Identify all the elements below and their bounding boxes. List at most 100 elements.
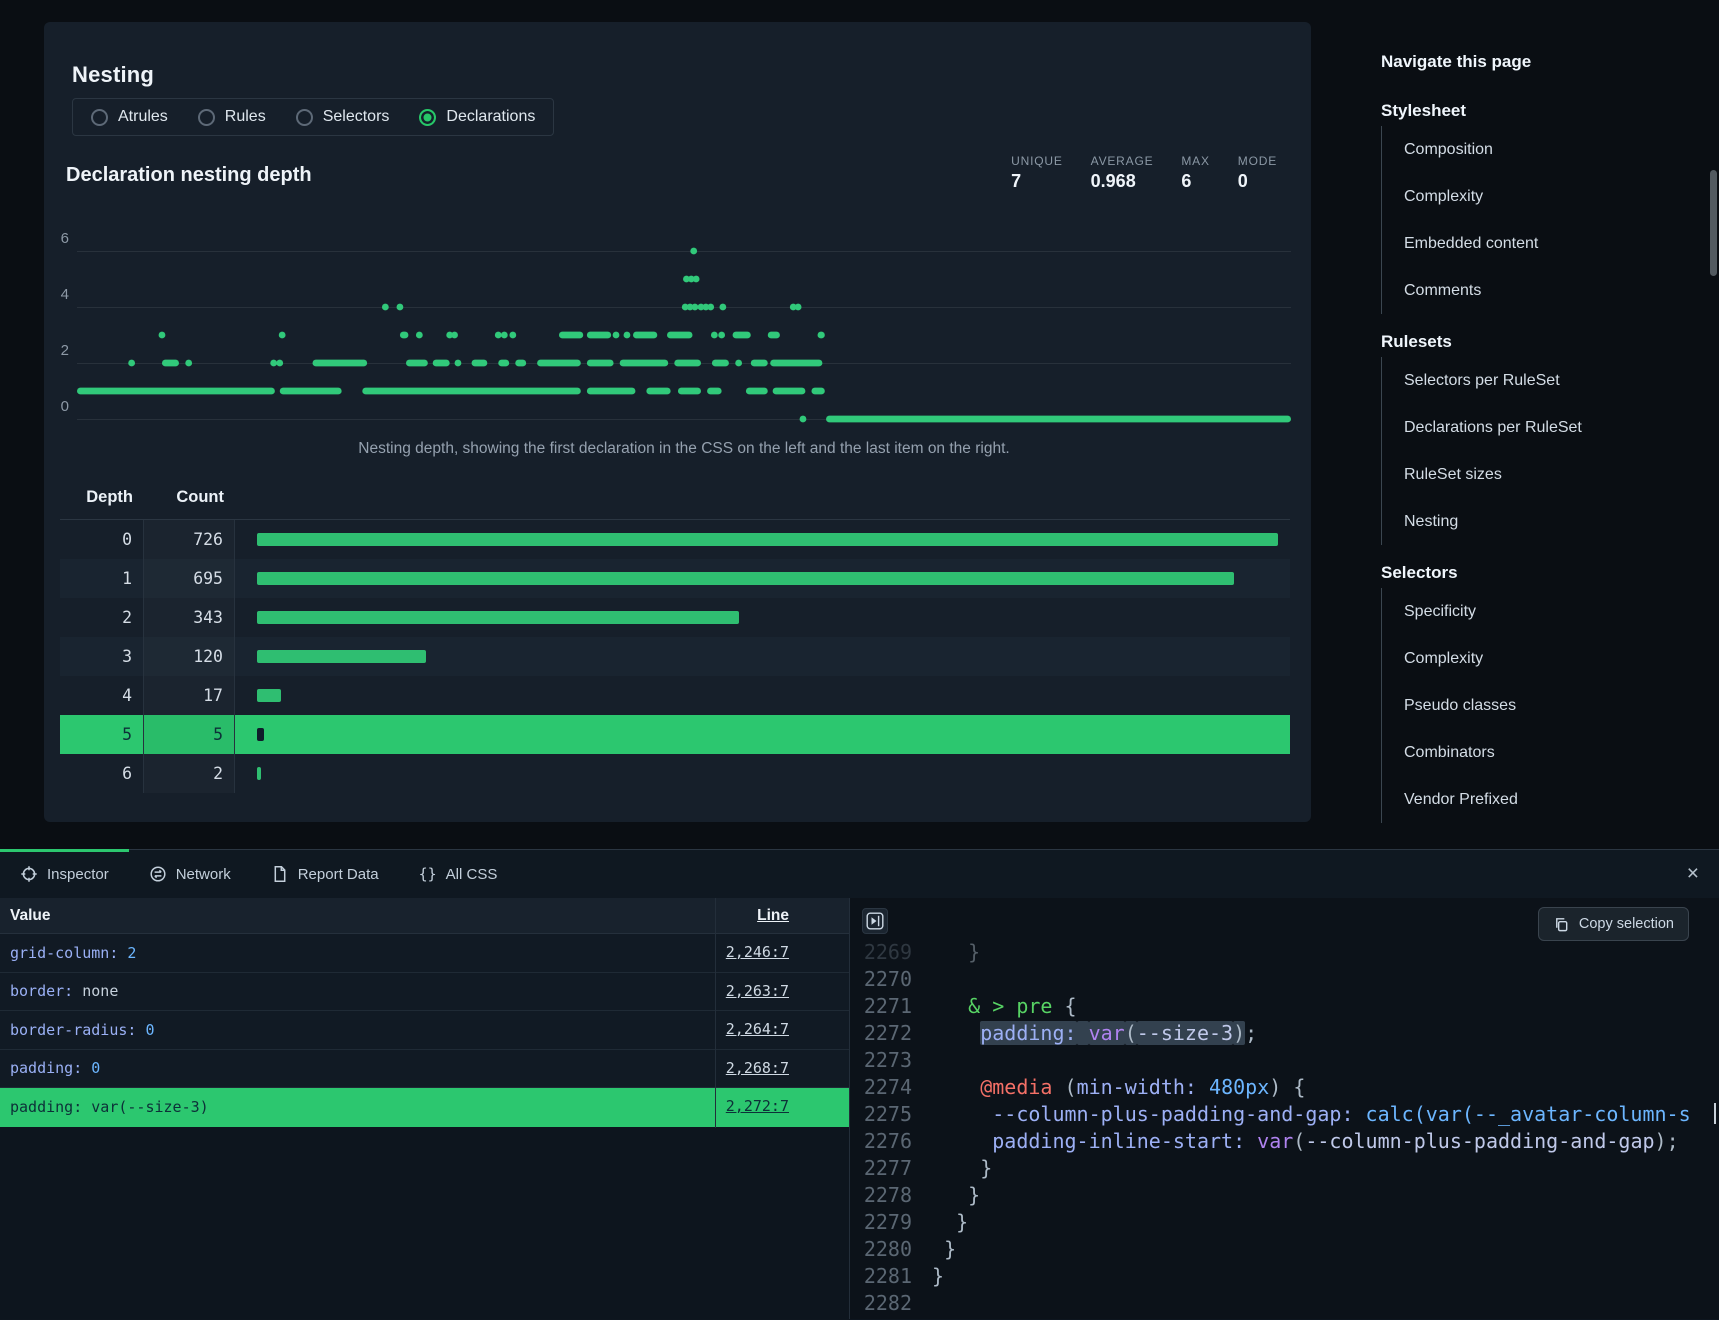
tab-label: All CSS: [446, 866, 498, 883]
depth-table-row[interactable]: 62: [60, 754, 1290, 793]
close-panel-button[interactable]: ×: [1687, 850, 1699, 898]
depth-table-row[interactable]: 1695: [60, 559, 1290, 598]
nav-item-declarations-per-ruleset[interactable]: Declarations per RuleSet: [1382, 404, 1691, 451]
code-token: [920, 994, 968, 1018]
scatter-dot-depth-3: [159, 332, 166, 339]
value-table-row[interactable]: border: none2,263:7: [0, 973, 849, 1012]
line-link[interactable]: 2,264:7: [726, 1020, 789, 1038]
radio-option-rules[interactable]: Rules: [198, 108, 266, 126]
nav-item-nesting[interactable]: Nesting: [1382, 498, 1691, 545]
count-cell: 2: [144, 754, 235, 793]
depth-cell: 2: [60, 598, 144, 637]
scatter-run-depth-2: [712, 360, 729, 367]
tab-all-css[interactable]: {}All CSS: [399, 850, 518, 898]
nav-item-embedded-content[interactable]: Embedded content: [1382, 220, 1691, 267]
nav-item-composition[interactable]: Composition: [1382, 126, 1691, 173]
scatter-dot-depth-2: [276, 360, 283, 367]
nav-title: Navigate this page: [1381, 52, 1691, 72]
count-bar-cell: [235, 637, 1290, 676]
scatter-dot-depth-3: [416, 332, 423, 339]
value-table-row[interactable]: grid-column: 22,246:7: [0, 934, 849, 973]
count-cell: 5: [144, 715, 235, 754]
code-line-2281: 2281 }: [850, 1262, 1719, 1289]
line-number: 2280: [860, 1237, 912, 1261]
line-cell: 2,246:7: [714, 943, 849, 962]
line-link[interactable]: 2,268:7: [726, 1059, 789, 1077]
line-link[interactable]: 2,272:7: [726, 1097, 789, 1115]
code-token: (: [1293, 1129, 1305, 1153]
line-cell: 2,268:7: [714, 1059, 849, 1078]
value-table-row[interactable]: padding: 0 2,268:7: [0, 1050, 849, 1089]
depth-table-row[interactable]: 55: [60, 715, 1290, 754]
code-token: --column-plus-padding-and-gap: [1305, 1129, 1654, 1153]
card-title: Nesting: [72, 62, 154, 88]
page-scrollbar-thumb[interactable]: [1710, 170, 1717, 276]
line-link[interactable]: 2,263:7: [726, 982, 789, 1000]
value-pane: Value Line grid-column: 22,246:7border: …: [0, 898, 850, 1319]
code-token: [920, 1318, 944, 1320]
panel-body: Value Line grid-column: 22,246:7border: …: [0, 898, 1719, 1319]
value-table-row[interactable]: padding: var(--size-3)2,272:7: [0, 1088, 849, 1127]
value-table-row[interactable]: border-radius: 02,264:7: [0, 1011, 849, 1050]
line-column-separator: [715, 898, 716, 1128]
code-token: [1245, 1129, 1257, 1153]
code-token: padding:: [980, 1021, 1076, 1045]
code-line-2283: 2283 &[data-…: [850, 1316, 1719, 1319]
nav-item-complexity[interactable]: Complexity: [1382, 635, 1691, 682]
line-number: 2271: [860, 994, 912, 1018]
y-tick-label: 6: [51, 230, 69, 247]
nav-item-complexity[interactable]: Complexity: [1382, 173, 1691, 220]
scatter-run-depth-1: [587, 388, 636, 395]
scatter-dot-depth-3: [718, 332, 725, 339]
nav-item-combinators[interactable]: Combinators: [1382, 729, 1691, 776]
nav-item-selectors-per-ruleset[interactable]: Selectors per RuleSet: [1382, 357, 1691, 404]
code-line-2271: 2271 & > pre {: [850, 992, 1719, 1019]
scatter-run-depth-1: [646, 388, 670, 395]
scatter-run-depth-2: [472, 360, 488, 367]
code-line-2282: 2282: [850, 1289, 1719, 1316]
copy-selection-label: Copy selection: [1579, 916, 1674, 932]
line-number: 2272: [860, 1021, 912, 1045]
nav-section-rulesets: Rulesets: [1381, 327, 1691, 357]
scatter-dot-depth-4: [382, 304, 389, 311]
nav-item-comments[interactable]: Comments: [1382, 267, 1691, 314]
code-viewer[interactable]: 2269 }22702271 & > pre {2272 padding: va…: [850, 898, 1719, 1319]
nav-item-specificity[interactable]: Specificity: [1382, 588, 1691, 635]
scatter-run-depth-2: [313, 360, 368, 367]
count-bar: [257, 533, 1278, 546]
depth-table-row[interactable]: 3120: [60, 637, 1290, 676]
scatter-run-depth-2: [498, 360, 509, 367]
nav-item-vendor-prefixed[interactable]: Vendor Prefixed: [1382, 776, 1691, 823]
tab-report-data[interactable]: Report Data: [251, 850, 399, 898]
declaration-value: padding: 0: [0, 1059, 714, 1077]
depth-table-row[interactable]: 2343: [60, 598, 1290, 637]
panel-toggle-button[interactable]: [862, 908, 888, 934]
scatter-dot-depth-3: [509, 332, 516, 339]
line-column-header[interactable]: Line: [714, 907, 849, 925]
nav-item-ruleset-sizes[interactable]: RuleSet sizes: [1382, 451, 1691, 498]
radio-option-declarations[interactable]: Declarations: [419, 108, 535, 126]
tab-network[interactable]: Network: [129, 850, 251, 898]
scatter-run-depth-2: [162, 360, 179, 367]
line-link[interactable]: 2,246:7: [726, 943, 789, 961]
line-number: 2275: [860, 1102, 912, 1126]
scatter-dot-depth-2: [270, 360, 277, 367]
y-tick-label: 0: [51, 398, 69, 415]
depth-table: Depth Count 07261695234331204175562: [60, 488, 1290, 793]
code-token: );: [1655, 1129, 1679, 1153]
count-cell: 695: [144, 559, 235, 598]
scatter-run-depth-1: [746, 388, 768, 395]
nav-item-pseudo-classes[interactable]: Pseudo classes: [1382, 682, 1691, 729]
depth-table-row[interactable]: 0726: [60, 520, 1290, 559]
chart-type-radio-group: Atrules Rules Selectors Declarations: [72, 98, 554, 136]
depth-table-row[interactable]: 417: [60, 676, 1290, 715]
radio-option-selectors[interactable]: Selectors: [296, 108, 390, 126]
code-line-2278: 2278 }: [850, 1181, 1719, 1208]
count-bar: [257, 689, 281, 702]
radio-option-atrules[interactable]: Atrules: [91, 108, 168, 126]
tab-inspector[interactable]: Inspector: [0, 850, 129, 898]
code-line-2270: 2270: [850, 965, 1719, 992]
nav-list: Selectors per RuleSetDeclarations per Ru…: [1381, 357, 1691, 545]
copy-icon: [1553, 916, 1570, 933]
copy-selection-button[interactable]: Copy selection: [1538, 907, 1689, 941]
